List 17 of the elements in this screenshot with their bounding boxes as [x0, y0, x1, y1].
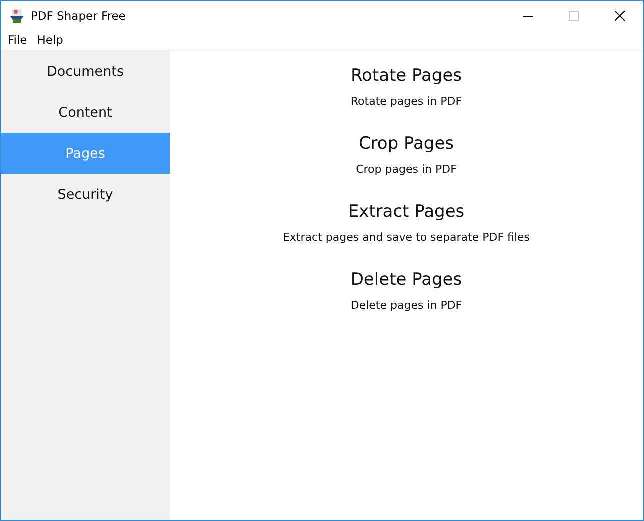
menu-item[interactable]: Help [32, 33, 68, 47]
maximize-icon [569, 10, 579, 20]
menu-item[interactable]: File [3, 33, 32, 47]
action-description: Extract pages and save to separate PDF files [282, 231, 530, 244]
close-icon [615, 10, 625, 20]
sidebar-item[interactable]: Security [1, 174, 170, 215]
sidebar-item[interactable]: Documents [1, 51, 170, 92]
window-title: PDF Shaper Free [31, 8, 126, 22]
action-description: Rotate pages in PDF [350, 95, 462, 108]
action-link[interactable]: Crop Pages [358, 134, 454, 154]
app-icon [9, 8, 25, 24]
action-link[interactable]: Extract Pages [348, 202, 465, 222]
action-link[interactable]: Rotate Pages [350, 66, 462, 86]
action-description: Crop pages in PDF [356, 163, 457, 176]
sidebar-item[interactable]: Content [1, 92, 170, 133]
action-link[interactable]: Delete Pages [350, 270, 462, 290]
action-description: Delete pages in PDF [350, 299, 462, 312]
